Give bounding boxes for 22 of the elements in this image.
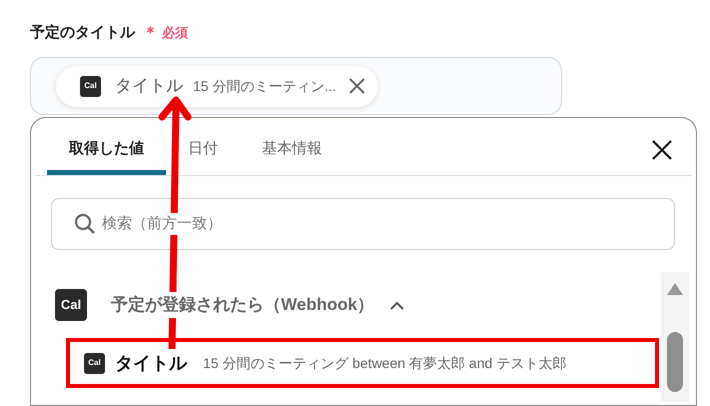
search-field[interactable]: 検索（前方一致） xyxy=(51,198,675,250)
input-field[interactable]: Cal タイトル 15 分間のミーティン... xyxy=(30,57,562,115)
cal-logo-icon: Cal xyxy=(80,76,101,96)
tab[interactable]: 日付 xyxy=(166,129,240,175)
cal-logo-icon: Cal xyxy=(55,289,87,321)
tab[interactable]: 基本情報 xyxy=(240,129,344,175)
tab[interactable]: 取得した値 xyxy=(47,129,166,175)
close-icon[interactable] xyxy=(652,140,672,160)
item-value: 15 分間のミーティング between 有夢太郎 and テスト太郎 xyxy=(203,354,566,372)
value-item[interactable]: Cal タイトル 15 分間のミーティング between 有夢太郎 and テスト太郎 xyxy=(66,338,659,388)
chip-name: タイトル xyxy=(115,75,183,98)
item-name: タイトル xyxy=(115,352,187,374)
caret-icon[interactable] xyxy=(390,300,404,310)
search-icon xyxy=(74,213,96,235)
cal-logo-icon: Cal xyxy=(84,352,105,374)
required-mark: ＊ xyxy=(143,22,158,43)
field-label: 予定のタイトル xyxy=(30,22,135,43)
scroll-up-icon[interactable] xyxy=(666,282,684,296)
required-text: 必須 xyxy=(162,24,188,42)
value-chip[interactable]: Cal タイトル 15 分間のミーティン... xyxy=(56,66,378,106)
chip-value: 15 分間のミーティン... xyxy=(193,76,336,96)
scrollbar[interactable] xyxy=(661,272,689,402)
